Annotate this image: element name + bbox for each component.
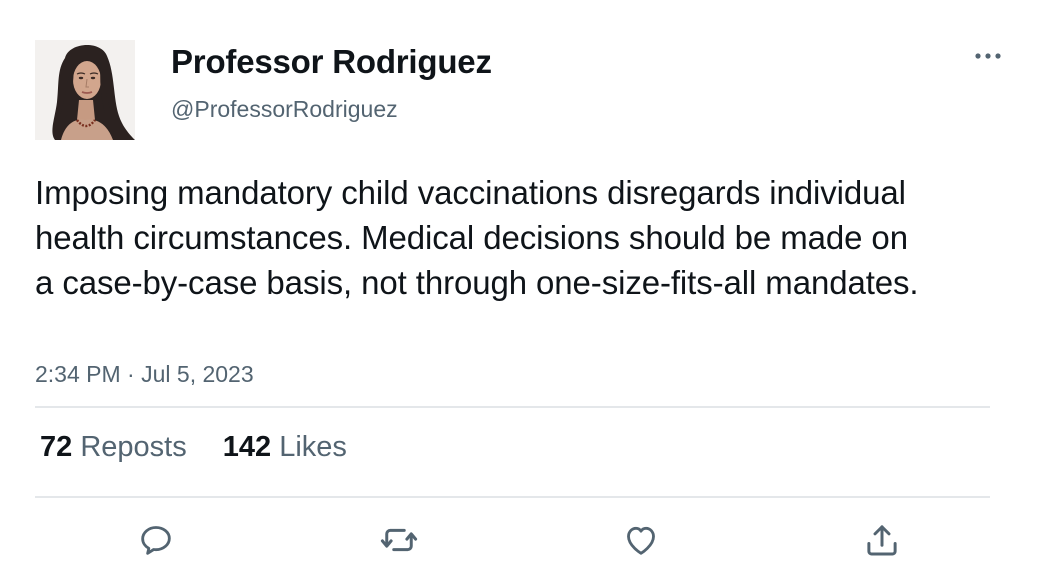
likes-label: Likes (279, 431, 347, 463)
author-display-name[interactable]: Professor Rodriguez (171, 43, 492, 81)
share-button[interactable] (860, 518, 904, 562)
avatar[interactable] (35, 40, 135, 140)
tweet-card: Professor Rodriguez @ProfessorRodriguez … (0, 0, 1050, 570)
reply-button[interactable] (134, 518, 178, 562)
repost-button[interactable] (377, 518, 421, 562)
tweet-timestamp: 2:34 PM · Jul 5, 2023 (35, 361, 254, 388)
avatar-portrait-image (35, 40, 135, 140)
repost-icon (380, 528, 418, 552)
timestamp-date-link[interactable]: Jul 5, 2023 (141, 361, 254, 387)
reposts-count: 72 (40, 431, 73, 463)
divider-bottom (35, 496, 990, 498)
divider-top (35, 406, 990, 408)
share-icon (867, 525, 897, 556)
timestamp-separator: · (127, 361, 135, 387)
likes-count: 142 (222, 431, 272, 463)
author-handle[interactable]: @ProfessorRodriguez (171, 96, 398, 123)
more-dots-icon (975, 53, 1001, 59)
like-icon (627, 526, 655, 555)
reposts-stat[interactable]: 72 Reposts (40, 431, 187, 464)
like-button[interactable] (619, 518, 663, 562)
more-options-button[interactable] (970, 42, 1006, 70)
tweet-text: Imposing mandatory child vaccinations di… (35, 174, 919, 301)
likes-stat[interactable]: 142 Likes (223, 431, 347, 464)
reposts-label: Reposts (80, 431, 187, 463)
engagement-stats: 72 Reposts 142 Likes (40, 431, 375, 464)
reply-icon (141, 526, 171, 555)
timestamp-time-link[interactable]: 2:34 PM (35, 361, 121, 387)
